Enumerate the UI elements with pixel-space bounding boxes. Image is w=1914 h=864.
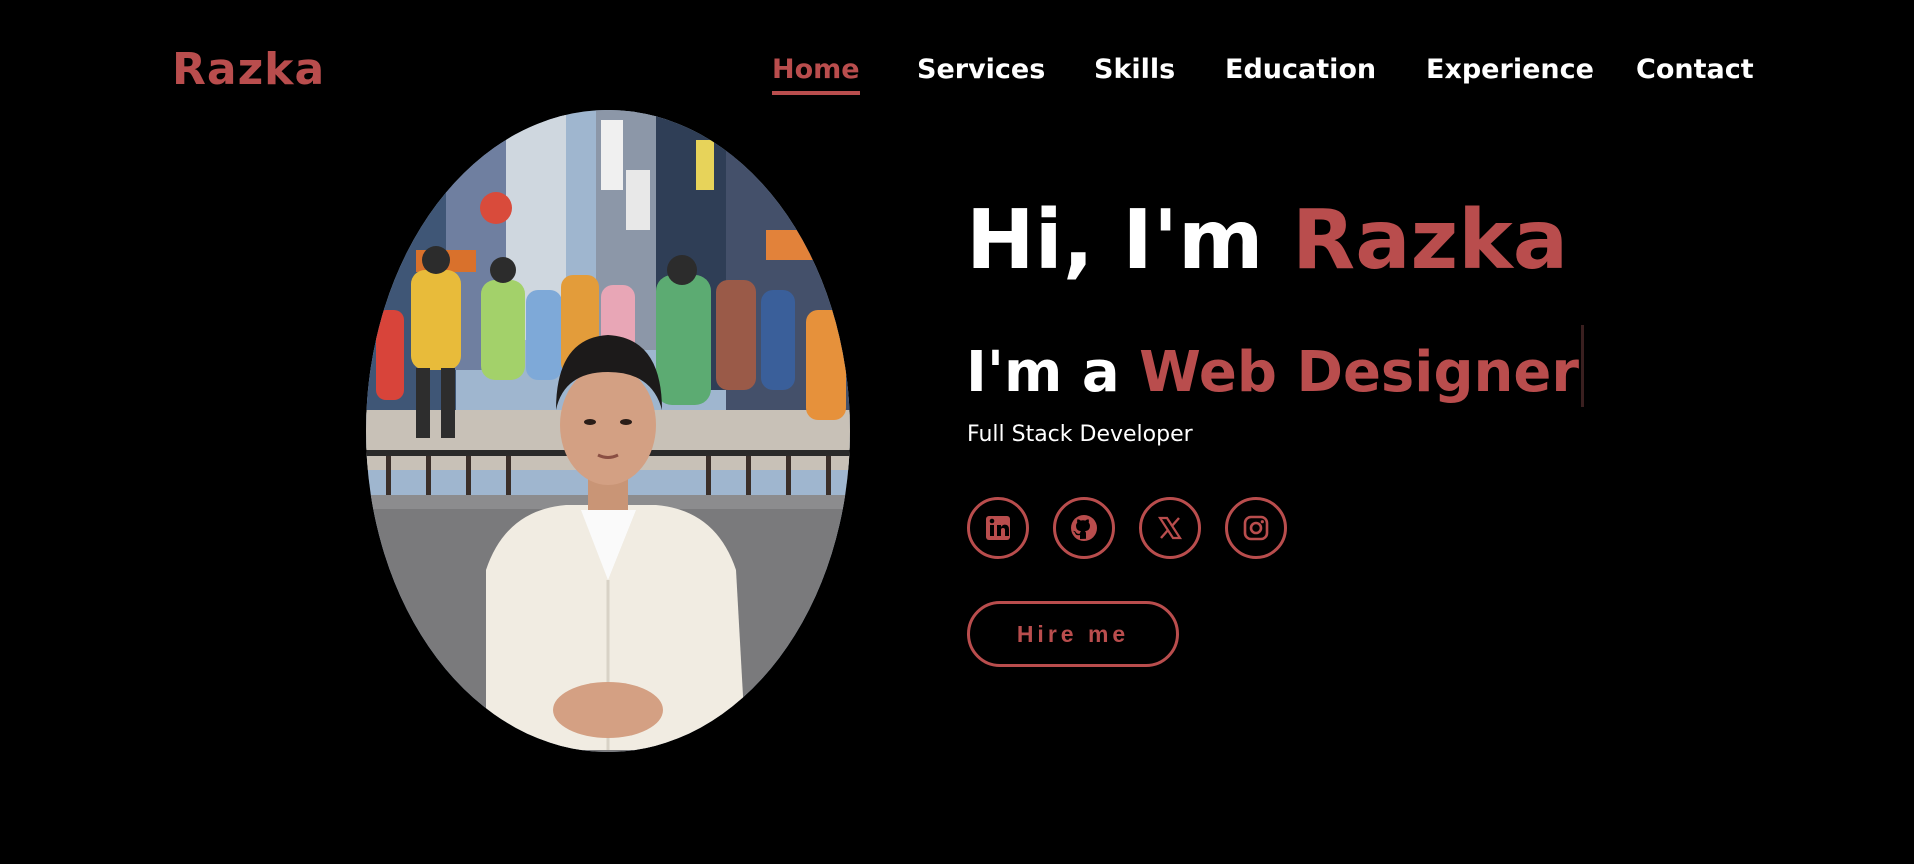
nav-education[interactable]: Education (1225, 54, 1376, 85)
linkedin-icon (986, 516, 1010, 540)
hero-tagline: Full Stack Developer (967, 422, 1193, 447)
github-icon (1071, 515, 1097, 541)
typing-cursor (1581, 325, 1585, 407)
profile-photo (366, 110, 850, 752)
nav-services[interactable]: Services (917, 54, 1045, 85)
hero-role-text: Web Designer (1139, 340, 1580, 405)
hero-name: Razka (1292, 193, 1569, 288)
nav-education-label: Education (1225, 54, 1377, 85)
nav-services-label: Services (917, 54, 1046, 85)
nav-experience[interactable]: Experience (1426, 54, 1594, 85)
page: Razka Home Services Skills Education Exp… (0, 0, 1914, 864)
x-link[interactable] (1139, 497, 1201, 559)
nav-skills[interactable]: Skills (1094, 54, 1175, 85)
active-underline (772, 91, 860, 95)
nav-experience-label: Experience (1426, 54, 1594, 85)
hero-title: Hi, I'm Razka (966, 200, 1568, 282)
nav-contact[interactable]: Contact (1636, 54, 1754, 85)
nav-home[interactable]: Home (772, 54, 860, 95)
x-icon (1157, 516, 1183, 540)
instagram-icon (1243, 515, 1269, 541)
linkedin-link[interactable] (967, 497, 1029, 559)
main-nav: Home Services Skills Education Experienc… (0, 54, 1914, 95)
hero-role-prefix: I'm a (966, 340, 1140, 405)
hero-role: I'm a Web Designer (966, 325, 1585, 407)
nav-home-label: Home (772, 54, 860, 85)
instagram-link[interactable] (1225, 497, 1287, 559)
hire-me-button[interactable]: Hire me (967, 601, 1179, 667)
github-link[interactable] (1053, 497, 1115, 559)
nav-skills-label: Skills (1094, 54, 1176, 85)
nav-contact-label: Contact (1636, 54, 1754, 85)
hero-greeting: Hi, I'm (966, 193, 1293, 288)
